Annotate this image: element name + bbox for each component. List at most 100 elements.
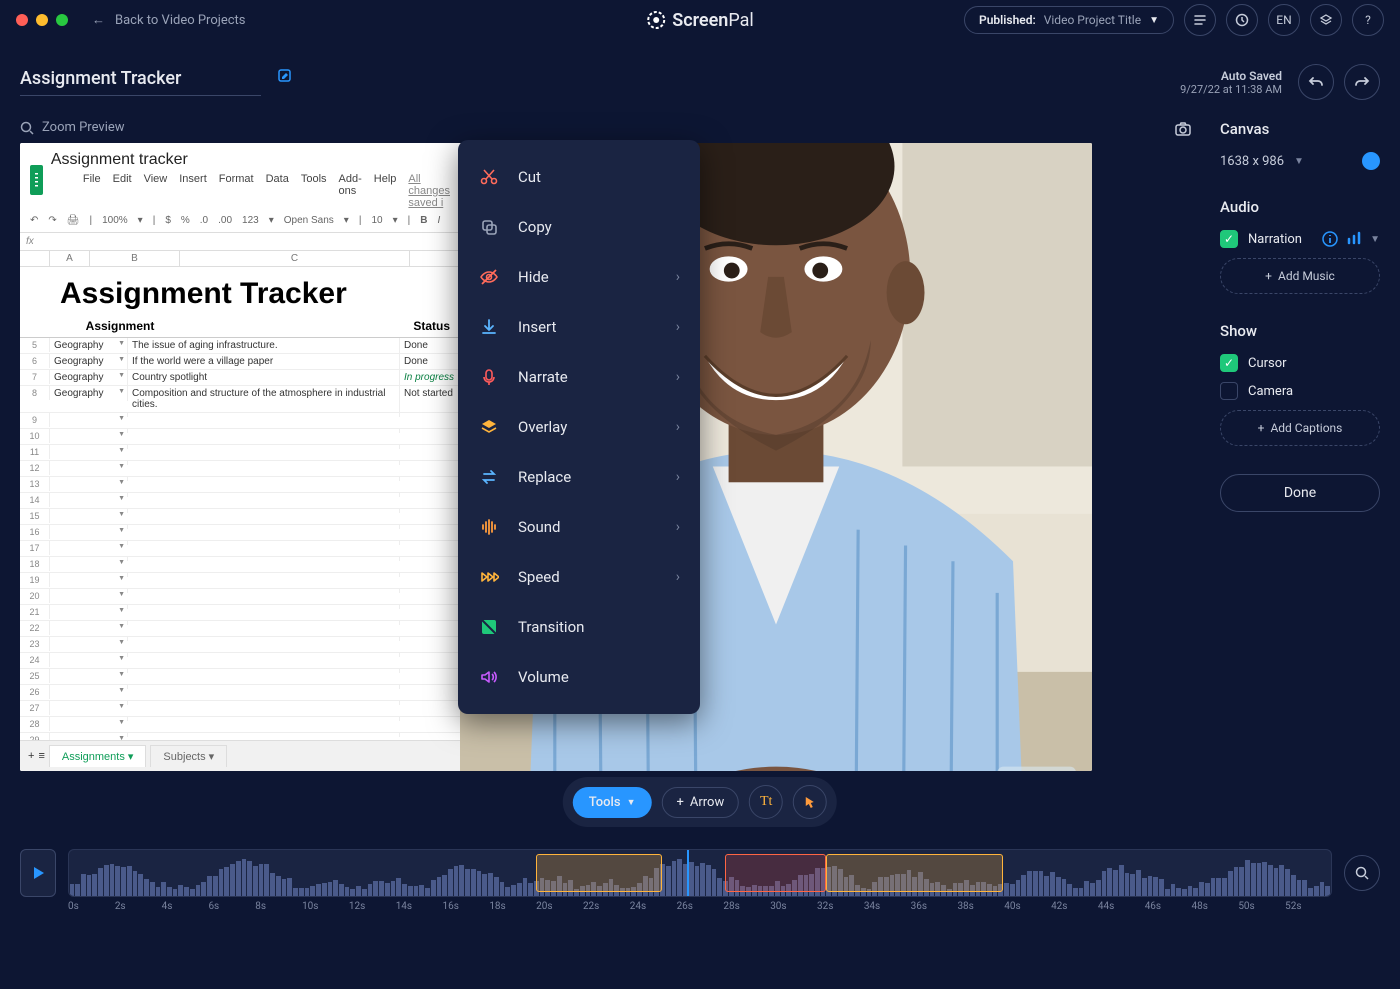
window-minimize[interactable] [36, 14, 48, 26]
chevron-right-icon: › [676, 469, 680, 485]
ctx-label: Overlay [518, 418, 567, 436]
table-row: 24▼ [20, 653, 460, 669]
transition-icon [478, 616, 500, 638]
publish-dropdown[interactable]: Published: Video Project Title ▼ [964, 6, 1174, 34]
table-row: 15▼ [20, 509, 460, 525]
window-close[interactable] [16, 14, 28, 26]
ctx-volume[interactable]: Volume [458, 652, 700, 702]
time-label: 34s [864, 901, 911, 912]
cursor-tool-button[interactable] [793, 785, 827, 819]
time-label: 50s [1238, 901, 1285, 912]
table-row: 20▼ [20, 589, 460, 605]
redo-button[interactable] [1344, 64, 1380, 100]
levels-icon[interactable] [1346, 231, 1362, 247]
play-button[interactable] [20, 849, 56, 897]
ctx-sound[interactable]: Sound› [458, 502, 700, 552]
saved-indicator: All changes saved i [408, 173, 450, 209]
done-button[interactable]: Done [1220, 474, 1380, 512]
sub-header: Assignment Status [20, 315, 460, 338]
time-label: 20s [536, 901, 583, 912]
add-music-button[interactable]: + Add Music [1220, 258, 1380, 294]
table-row: 25▼ [20, 669, 460, 685]
table-row: 19▼ [20, 573, 460, 589]
autosave-label: Auto Saved [1180, 69, 1282, 83]
clip-region-3[interactable] [826, 854, 1003, 892]
fmt-value: 123 [242, 215, 259, 226]
time-label: 16s [443, 901, 490, 912]
back-to-projects[interactable]: ← Back to Video Projects [92, 12, 246, 28]
table-row: 27▼ [20, 701, 460, 717]
menu-file: File [83, 173, 101, 209]
timeline-track[interactable] [68, 849, 1332, 897]
all-sheets-icon: ≡ [38, 750, 44, 762]
time-label: 30s [770, 901, 817, 912]
arrow-label: Arrow [690, 795, 724, 810]
ctx-replace[interactable]: Replace› [458, 452, 700, 502]
language-button[interactable]: EN [1268, 4, 1300, 36]
canvas-section-title: Canvas [1220, 120, 1380, 138]
text-tool-button[interactable]: Tt [749, 785, 783, 819]
ctx-label: Hide [518, 268, 549, 286]
ctx-label: Sound [518, 518, 560, 536]
ctx-cut[interactable]: Cut [458, 152, 700, 202]
sound-icon [478, 516, 500, 538]
ctx-insert[interactable]: Insert› [458, 302, 700, 352]
logo-text-2: Pal [728, 10, 753, 31]
edit-title-icon[interactable] [277, 69, 293, 88]
magnifier-icon [1355, 866, 1369, 880]
list-button[interactable] [1184, 4, 1216, 36]
add-captions-button[interactable]: + Add Captions [1220, 410, 1380, 446]
ctx-narrate[interactable]: Narrate› [458, 352, 700, 402]
cursor-checkbox[interactable]: ✓ [1220, 354, 1238, 372]
back-label: Back to Video Projects [115, 13, 246, 28]
data-rows: 5Geography▼The issue of aging infrastruc… [20, 338, 460, 413]
undo-button[interactable] [1298, 64, 1334, 100]
clip-region-1[interactable] [536, 854, 662, 892]
plus-icon: + [1265, 269, 1272, 283]
window-maximize[interactable] [56, 14, 68, 26]
ctx-speed[interactable]: Speed› [458, 552, 700, 602]
timeline-zoom-button[interactable] [1344, 855, 1380, 891]
table-row: 10▼ [20, 429, 460, 445]
col-b: B [90, 251, 180, 266]
time-label: 4s [162, 901, 209, 912]
table-row: 13▼ [20, 477, 460, 493]
sheets-logo-icon [30, 165, 43, 195]
narration-checkbox[interactable]: ✓ [1220, 230, 1238, 248]
ctx-copy[interactable]: Copy [458, 202, 700, 252]
canvas-dimensions-dropdown[interactable]: 1638 x 986 ▼ [1220, 152, 1380, 170]
ctx-overlay[interactable]: Overlay› [458, 402, 700, 452]
ctx-transition[interactable]: Transition [458, 602, 700, 652]
tools-dropdown[interactable]: Tools ▼ [573, 787, 652, 818]
arrow-tool-button[interactable]: + Arrow [661, 787, 739, 818]
layers-button[interactable] [1310, 4, 1342, 36]
project-title[interactable]: Assignment Tracker [20, 68, 261, 96]
publish-value: Video Project Title [1044, 13, 1141, 27]
ctx-hide[interactable]: Hide› [458, 252, 700, 302]
ctx-label: Transition [518, 618, 584, 636]
plus-icon: + [676, 795, 683, 810]
logo-text-1: Screen [672, 10, 728, 31]
help-button[interactable]: ? [1352, 4, 1384, 36]
info-icon[interactable] [1322, 231, 1338, 247]
camera-checkbox[interactable] [1220, 382, 1238, 400]
hdr-status: Status [180, 319, 460, 333]
canvas-color-picker[interactable] [1362, 152, 1380, 170]
time-label: 12s [349, 901, 396, 912]
narration-label: Narration [1248, 232, 1302, 247]
clip-region-2[interactable] [725, 854, 826, 892]
bottom-toolbar: Tools ▼ + Arrow Tt [563, 777, 837, 827]
time-label: 40s [1004, 901, 1051, 912]
time-label: 46s [1145, 901, 1192, 912]
time-label: 18s [489, 901, 536, 912]
playhead[interactable] [687, 849, 689, 897]
camera-label: Camera [1248, 384, 1293, 399]
hdr-assignment: Assignment [20, 319, 180, 333]
empty-rows: 9▼10▼11▼12▼13▼14▼15▼16▼17▼18▼19▼20▼21▼22… [20, 413, 460, 765]
ctx-label: Copy [518, 218, 552, 236]
snapshot-icon[interactable] [1174, 120, 1192, 142]
chevron-down-icon[interactable]: ▼ [1370, 234, 1380, 245]
zoom-preview-button[interactable]: Zoom Preview [20, 120, 1200, 135]
history-button[interactable] [1226, 4, 1258, 36]
narrate-icon [478, 366, 500, 388]
